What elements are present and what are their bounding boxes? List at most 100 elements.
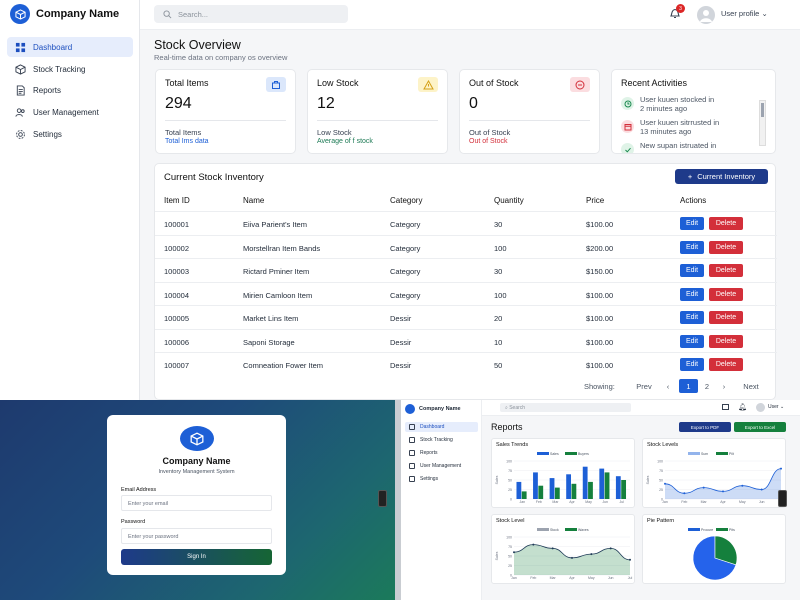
x-tick-label: Jul [628, 576, 633, 580]
next-button[interactable]: Next [739, 379, 763, 393]
stat-footer: Total Items [165, 128, 202, 137]
page-1-button[interactable]: 1 [679, 379, 698, 393]
table-cell: 100005 [164, 314, 190, 323]
avatar[interactable] [697, 6, 715, 24]
data-point [780, 467, 782, 470]
bar [588, 481, 593, 499]
area-fill [665, 468, 781, 499]
user-menu[interactable]: User ⌄ [768, 404, 784, 410]
mail-icon[interactable] [722, 404, 729, 410]
x-tick-label: Jun [608, 576, 614, 580]
search-icon: ⌕ [505, 405, 508, 411]
inventory-title: Current Stock Inventory [164, 172, 264, 183]
sidebar-item-label: Settings [33, 129, 62, 139]
sales-trends-card: Sales Trends 0 25 50 75 100 Sales Sales Buyers J… [491, 438, 635, 508]
sidebar-item-stock-tracking[interactable]: Stock Tracking [7, 59, 133, 79]
edit-button[interactable]: Edit [680, 311, 704, 324]
search-input[interactable]: Search... [154, 5, 348, 23]
stat-label: Low Stock [317, 78, 359, 88]
bell-icon[interactable]: 🔔︎ [738, 403, 747, 411]
avatar[interactable] [756, 403, 765, 412]
delete-button[interactable]: Delete [709, 311, 743, 324]
panel-toggle-icon[interactable] [778, 490, 787, 507]
sidebar-item-settings[interactable]: Settings [7, 124, 133, 144]
chevron-down-icon: ⌄ [761, 9, 768, 18]
table-cell: 100 [494, 243, 507, 253]
search-input[interactable]: ⌕ Search [500, 403, 631, 412]
chevron-left-icon[interactable]: ‹ [663, 379, 673, 393]
divider [165, 120, 286, 121]
edit-button[interactable]: Edit [680, 240, 704, 254]
table-cell: $100.00 [586, 337, 614, 347]
legend-label: Pits [729, 528, 735, 532]
x-tick-label: Jan [511, 576, 517, 580]
bar [621, 480, 627, 499]
legend-label: Buyers [578, 452, 589, 456]
edit-button[interactable]: Edit [680, 358, 704, 371]
export-excel-button[interactable]: Export to Excel [734, 422, 786, 432]
sidebar-item-reports[interactable]: Reports [405, 448, 478, 458]
table-cell: Category [390, 267, 421, 276]
delete-button[interactable]: Delete [709, 358, 743, 371]
reports-top-bar: ⌕ Search 🔔︎ User ⌄ [482, 400, 800, 416]
login-subtitle: Inventory Management System [158, 469, 235, 475]
sidebar-item-reports[interactable]: Reports [7, 80, 133, 100]
y-tick-label: 75 [659, 469, 663, 473]
legend-label: Stock [550, 528, 559, 532]
user-profile-menu[interactable]: User profile ⌄ [721, 9, 768, 18]
edit-button[interactable]: Edit [680, 217, 704, 230]
delete-button[interactable]: Delete [709, 334, 743, 348]
document-icon [409, 450, 415, 456]
sidebar-item-stock-tracking[interactable]: Stock Tracking [405, 435, 478, 445]
stat-footer: Out of Stock [469, 128, 511, 137]
bar [599, 468, 605, 499]
sidebar-item-dashboard[interactable]: Dashboard [7, 37, 133, 57]
edit-button[interactable]: Edit [680, 334, 704, 348]
table-row: 100004 Mirien Camloon Item Category 100 $100… [155, 281, 777, 306]
delete-button[interactable]: Delete [709, 217, 743, 230]
legend-swatch [537, 528, 549, 531]
sidebar-item-label: Stock Tracking [420, 437, 453, 443]
delete-button[interactable]: Delete [709, 264, 743, 277]
logo[interactable]: Company Name [10, 4, 119, 24]
panel-toggle-icon[interactable] [378, 490, 387, 507]
login-company-name: Company Name [162, 456, 231, 466]
password-field[interactable]: Enter your password [121, 528, 272, 544]
table-row: 100001 Eiiva Parient's Item Category 30 $100… [155, 211, 777, 235]
column-header: Item ID [164, 196, 190, 205]
sidebar-item-user-management[interactable]: User Management [405, 461, 478, 471]
activity-text: User kuuen stocked in [640, 95, 715, 104]
data-point [664, 482, 666, 485]
chevron-right-icon[interactable]: › [719, 379, 729, 393]
bar [582, 466, 588, 499]
table-cell: Market Lins Item [243, 314, 299, 323]
sidebar-item-settings[interactable]: Settings [405, 474, 478, 484]
sidebar-item-user-management[interactable]: User Management [7, 102, 133, 122]
table-cell: 30 [494, 267, 503, 276]
delete-button[interactable]: Delete [709, 240, 743, 254]
table-cell: 50 [494, 361, 503, 370]
divider [469, 120, 590, 121]
box-icon [409, 437, 415, 443]
sidebar-item-dashboard[interactable]: Dashboard [405, 422, 478, 432]
edit-button[interactable]: Edit [680, 264, 704, 277]
edit-button[interactable]: Edit [680, 287, 704, 301]
y-tick-label: 100 [506, 460, 512, 464]
prev-button[interactable]: Prev [633, 379, 655, 393]
y-tick-label: 0 [510, 498, 512, 502]
scrollbar[interactable] [759, 100, 766, 146]
page-2-button[interactable]: 2 [701, 379, 713, 393]
current-inventory-button[interactable]: + Current Inventory [675, 169, 768, 184]
email-field[interactable]: Enter your email [121, 495, 272, 511]
export-pdf-button[interactable]: Export to PDF [679, 422, 731, 432]
logo[interactable]: Company Name [405, 404, 461, 414]
table-cell: 100 [494, 290, 507, 300]
gear-icon [409, 476, 415, 482]
table-cell: $100.00 [586, 361, 614, 370]
sidebar-item-label: Reports [420, 450, 438, 456]
x-tick-label: Jan [519, 500, 525, 504]
sidebar-item-label: Dashboard [33, 42, 73, 52]
delete-button[interactable]: Delete [709, 287, 743, 301]
sign-in-button[interactable]: Sign In [121, 549, 272, 565]
y-tick-label: 100 [506, 536, 512, 540]
